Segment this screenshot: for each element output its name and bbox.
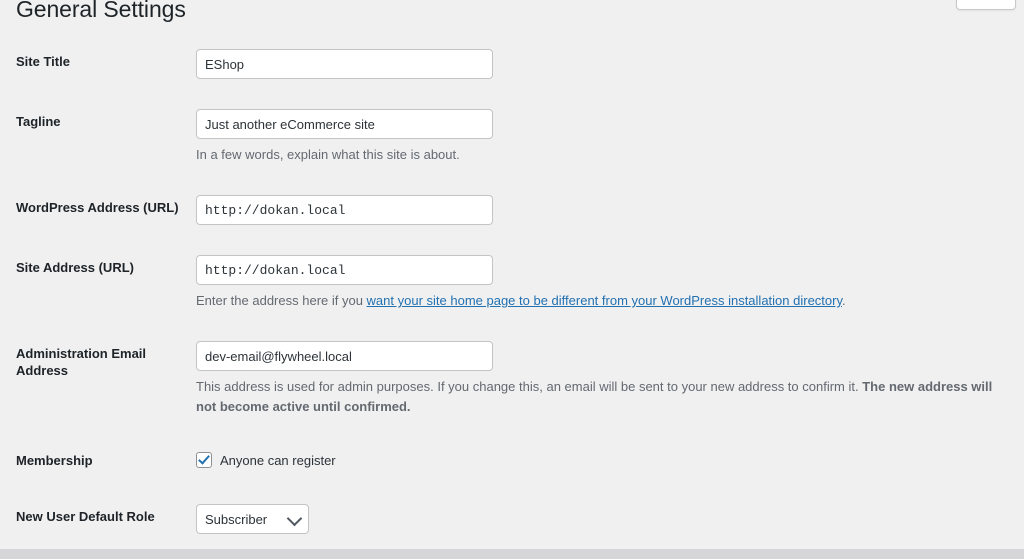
field-new-user-default-role: Subscriber (196, 489, 1024, 549)
field-membership: Anyone can register (196, 433, 1024, 486)
site-address-description-suffix: . (842, 293, 846, 308)
label-admin-email: Administration Email Address (0, 326, 196, 400)
site-address-input[interactable] (196, 255, 493, 285)
field-admin-email: This address is used for admin purposes.… (196, 326, 1024, 432)
new-user-default-role-select[interactable]: Subscriber (196, 504, 309, 534)
label-new-user-default-role: New User Default Role (0, 489, 196, 546)
form-row-site-title: Site Title (0, 34, 1024, 94)
label-membership: Membership (0, 433, 196, 490)
label-site-address: Site Address (URL) (0, 240, 196, 297)
label-wordpress-address-text: WordPress Address (URL) (16, 200, 179, 217)
label-tagline-text: Tagline (16, 114, 61, 131)
site-address-description: Enter the address here if you want your … (196, 291, 1014, 311)
admin-email-description: This address is used for admin purposes.… (196, 377, 1014, 417)
site-title-input[interactable] (196, 49, 493, 79)
anyone-can-register-label: Anyone can register (220, 451, 336, 471)
general-settings-screen: General Settings Site Title Tagline In a… (0, 0, 1024, 559)
form-row-wordpress-address: WordPress Address (URL) (0, 180, 1024, 240)
new-user-default-role-value: Subscriber (205, 510, 267, 530)
tagline-input[interactable] (196, 109, 493, 139)
label-site-title-text: Site Title (16, 54, 70, 71)
label-site-title: Site Title (0, 34, 196, 91)
field-wordpress-address (196, 180, 1024, 240)
field-tagline: In a few words, explain what this site i… (196, 94, 1024, 180)
label-tagline: Tagline (0, 94, 196, 151)
admin-email-input[interactable] (196, 341, 493, 371)
form-row-admin-email: Administration Email Address This addres… (0, 326, 1024, 432)
form-row-tagline: Tagline In a few words, explain what thi… (0, 94, 1024, 180)
tagline-description: In a few words, explain what this site i… (196, 145, 1014, 165)
admin-email-description-normal: This address is used for admin purposes.… (196, 379, 862, 394)
wordpress-address-input[interactable] (196, 195, 493, 225)
site-address-description-prefix: Enter the address here if you (196, 293, 367, 308)
label-site-address-text: Site Address (URL) (16, 260, 134, 277)
form-row-site-address: Site Address (URL) Enter the address her… (0, 240, 1024, 326)
label-membership-text: Membership (16, 453, 93, 470)
membership-checkbox-row[interactable]: Anyone can register (196, 448, 1014, 471)
field-site-address: Enter the address here if you want your … (196, 240, 1024, 326)
site-address-help-link[interactable]: want your site home page to be different… (367, 293, 842, 308)
horizontal-scrollbar[interactable] (0, 549, 1024, 559)
label-wordpress-address: WordPress Address (URL) (0, 180, 196, 237)
page-title: General Settings (16, 0, 186, 24)
form-row-membership: Membership Anyone can register (0, 433, 1024, 490)
field-site-title (196, 34, 1024, 94)
label-new-user-default-role-text: New User Default Role (16, 509, 155, 526)
general-settings-form: Site Title Tagline In a few words, expla… (0, 34, 1024, 559)
form-row-new-user-default-role: New User Default Role Subscriber (0, 489, 1024, 549)
top-right-panel-fragment (956, 0, 1016, 10)
chevron-down-icon (287, 511, 303, 527)
anyone-can-register-checkbox[interactable] (196, 452, 212, 468)
label-admin-email-text: Administration Email Address (16, 346, 186, 380)
